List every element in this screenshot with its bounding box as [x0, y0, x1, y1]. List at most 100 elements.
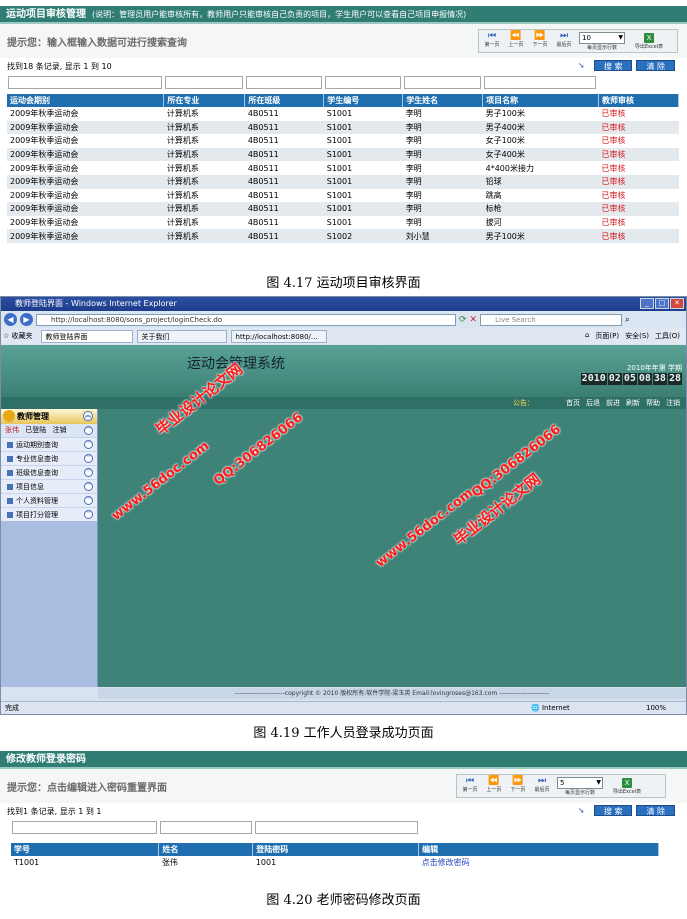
table-cell: 2009年秋季运动会 — [7, 174, 164, 189]
first-page-button[interactable]: ⏮ 第一页 — [483, 31, 501, 51]
favorites-button[interactable]: ☆ 收藏夹 — [3, 331, 37, 341]
link-forward[interactable]: 前进 — [606, 398, 620, 408]
chevron-down-icon[interactable]: ︾ — [84, 496, 93, 505]
arrow-icon[interactable]: ➘ — [578, 61, 590, 71]
status-zone: 🌐 Internet — [531, 704, 570, 712]
table-cell: 计算机系 — [163, 147, 245, 162]
logout-link[interactable]: 注销 — [52, 426, 66, 434]
back-icon[interactable]: ◀ — [4, 313, 17, 326]
first-page-button[interactable]: ⏮ 第一页 — [461, 776, 479, 796]
page-menu[interactable]: 页面(P) — [595, 331, 619, 341]
sidebar-item[interactable]: 班级信息查询 ︾ — [1, 465, 97, 479]
table-row: 2009年秋季运动会 计算机系 4B0511 S1001 李明 标枪 已审核 — [7, 202, 679, 216]
sidebar-item[interactable]: 项目打分管理 ︾ — [1, 507, 97, 521]
page-size-select[interactable]: 5 — [557, 776, 603, 789]
table-cell: 标枪 — [482, 202, 599, 216]
page-size-group: 5 每页显示行数 — [557, 776, 603, 796]
close-icon[interactable]: ✕ — [670, 298, 684, 309]
tab-localhost[interactable]: http://localhost:8080/... — [230, 329, 327, 343]
table-cell: 2009年秋季运动会 — [10, 163, 79, 173]
last-page-button[interactable]: ⏭ 最后页 — [555, 31, 573, 51]
table-cell[interactable]: 点击修改密码 — [419, 856, 659, 870]
safety-menu[interactable]: 安全(S) — [625, 331, 649, 341]
table-cell: 4B0511 — [244, 202, 324, 216]
table-cell: 计算机系 — [163, 202, 245, 216]
arrow-icon[interactable]: ➘ — [578, 806, 590, 816]
tools-menu[interactable]: 工具(O) — [655, 331, 680, 341]
chevron-down-icon[interactable]: ︾ — [84, 468, 93, 477]
export-excel-button[interactable]: X 导出Excel表 — [631, 32, 667, 50]
chevron-down-icon[interactable]: ︾ — [84, 510, 93, 519]
filter-input-password[interactable] — [255, 821, 418, 834]
search-button[interactable]: 搜 索 — [593, 60, 633, 71]
search-icon[interactable]: ⌕ — [625, 315, 629, 325]
sidebar-item-label: 项目信息 — [16, 483, 44, 491]
browser-title: 教师登陆界面 - Windows Internet Explorer — [15, 299, 177, 308]
column-header: 姓名 — [158, 843, 254, 856]
prev-page-button[interactable]: ⏪ 上一页 — [507, 31, 525, 51]
link-home[interactable]: 首页 — [566, 398, 580, 408]
link-back[interactable]: 后退 — [586, 398, 600, 408]
tab-teacher-login[interactable]: 教师登陆界面 — [40, 329, 133, 343]
address-bar-row: ◀ ▶ http://localhost:8080/sons_project/l… — [1, 311, 686, 328]
link-help[interactable]: 帮助 — [646, 398, 660, 408]
link-logout[interactable]: 注销 — [666, 398, 680, 408]
tab-about-us[interactable]: 关于我们 — [136, 329, 227, 343]
filter-input-class[interactable] — [246, 76, 322, 89]
link-refresh[interactable]: 刷新 — [626, 398, 640, 408]
stop-icon[interactable]: ✕ — [470, 315, 478, 325]
first-icon: ⏮ — [465, 776, 475, 786]
table-cell: 4B0511 — [247, 218, 279, 228]
prev-page-button[interactable]: ⏪ 上一页 — [485, 776, 503, 796]
filter-input-name[interactable] — [160, 821, 252, 834]
filter-input-major[interactable] — [165, 76, 243, 89]
clear-button[interactable]: 清 除 — [636, 60, 675, 71]
clear-button[interactable]: 清 除 — [636, 805, 675, 816]
sidebar-item[interactable]: 个人资料管理 ︾ — [1, 493, 97, 507]
chevron-down-icon[interactable]: ︾ — [84, 426, 93, 435]
table-cell: 刘小慧 — [402, 229, 483, 243]
chevron-up-icon[interactable]: ︽ — [83, 411, 93, 421]
chevron-down-icon[interactable]: ︾ — [84, 454, 93, 463]
live-search-input[interactable]: Live Search — [480, 313, 623, 326]
status-text: 完成 — [5, 704, 19, 712]
maximize-icon[interactable]: □ — [655, 298, 669, 309]
export-excel-button[interactable]: X 导出Excel表 — [609, 777, 645, 795]
table-cell: 计算机系 — [163, 229, 245, 243]
sidebar-item-label: 项目打分管理 — [16, 511, 58, 519]
menu-item-icon — [7, 456, 13, 462]
filter-input-term[interactable] — [8, 76, 162, 89]
next-page-button[interactable]: ⏩ 下一页 — [509, 776, 527, 796]
column-header: 教师审核 — [598, 94, 679, 107]
chevron-down-icon[interactable]: ︾ — [84, 440, 93, 449]
page-size-select[interactable]: 10 — [579, 31, 625, 44]
table-cell: 李明 — [402, 120, 483, 135]
next-page-button[interactable]: ⏩ 下一页 — [531, 31, 549, 51]
minimize-icon[interactable]: _ — [640, 298, 654, 309]
home-icon[interactable]: ⌂ — [585, 331, 589, 341]
filter-input-student-id[interactable] — [325, 76, 401, 89]
address-input[interactable]: http://localhost:8080/sons_project/login… — [36, 313, 456, 326]
forward-icon[interactable]: ▶ — [20, 313, 33, 326]
table-cell: 2009年秋季运动会 — [7, 147, 164, 162]
table-cell: S1002 — [323, 229, 403, 243]
sidebar-item[interactable]: 项目信息 ︾ — [1, 479, 97, 493]
table-row: 2009年秋季运动会 计算机系 4B0511 S1001 李明 4*400米接力 已审核 — [7, 161, 679, 175]
pager: ⏮第一页 ⏪上一页 ⏩下一页 ⏭最后页 5 每页显示行数 X导出Excel表 — [456, 774, 666, 798]
status-zoom[interactable]: 100% — [646, 702, 666, 714]
table-cell: 2009年秋季运动会 — [10, 190, 79, 200]
last-page-button[interactable]: ⏭ 最后页 — [533, 776, 551, 796]
count-row: 找到1 条记录, 显示 1 到 1 ➘ 搜 索 清 除 — [0, 803, 687, 819]
table-cell: 拔河 — [485, 218, 502, 228]
chevron-down-icon[interactable]: ︾ — [84, 482, 93, 491]
table-cell: 计算机系 — [166, 109, 199, 119]
sidebar-item[interactable]: 运动期别查询 ︾ — [1, 437, 97, 451]
filter-input-project[interactable] — [484, 76, 596, 89]
sidebar-item[interactable]: 专业信息查询 ︾ — [1, 451, 97, 465]
refresh-icon[interactable]: ⟳ — [459, 315, 467, 325]
search-button[interactable]: 搜 索 — [593, 805, 633, 816]
last-icon: ⏭ — [537, 776, 547, 786]
filter-input-student-name[interactable] — [404, 76, 481, 89]
table-cell: S1001 — [326, 218, 353, 228]
filter-input-id[interactable] — [12, 821, 157, 834]
